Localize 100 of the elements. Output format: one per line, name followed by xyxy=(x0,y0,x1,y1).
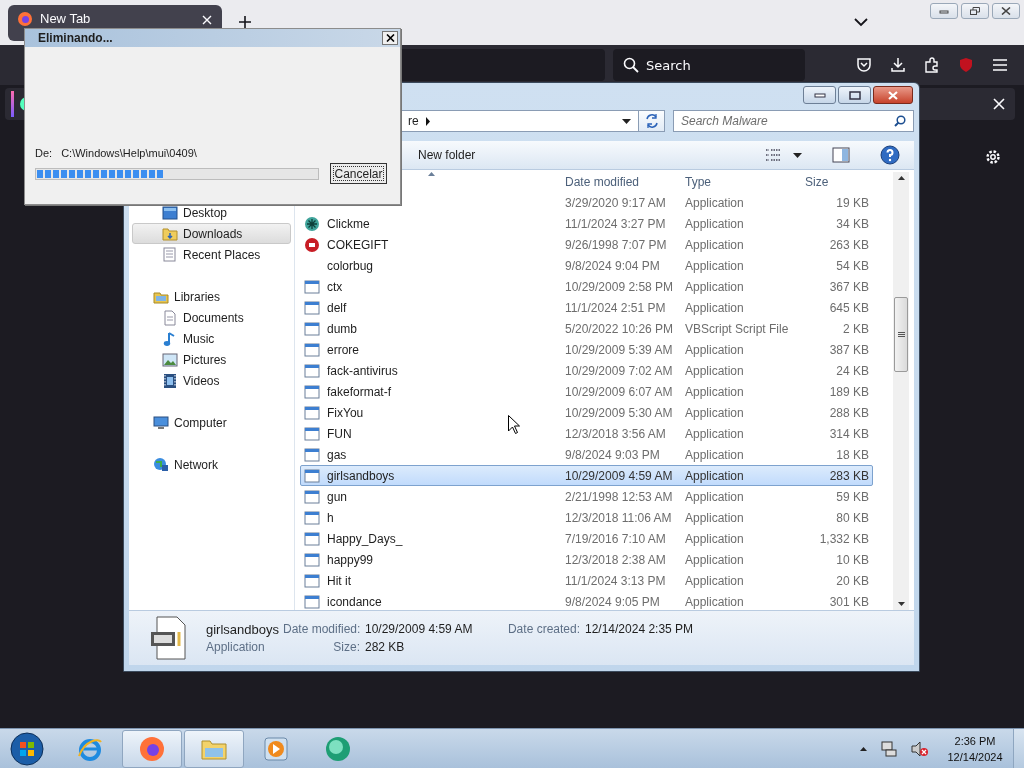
restore-button[interactable] xyxy=(961,3,989,19)
type-cell-text: Application xyxy=(684,510,745,525)
sidebar-item[interactable]: Computer xyxy=(132,412,291,433)
puzzle-icon[interactable] xyxy=(924,57,940,73)
file-row[interactable]: FUN 12/3/2018 3:56 AM Application 314 KB xyxy=(300,423,873,444)
size-cell-text: 283 KB xyxy=(828,468,870,483)
search-field[interactable]: Search Malware xyxy=(673,110,914,132)
menu-icon[interactable] xyxy=(992,58,1008,72)
speaker-muted-icon[interactable] xyxy=(911,740,929,757)
type-cell-text: Application xyxy=(684,573,745,588)
size-cell-text: 10 KB xyxy=(835,552,870,567)
size-cell-text: 367 KB xyxy=(828,279,870,294)
file-row[interactable]: fack-antivirus 10/29/2009 7:02 AM Application 24 KB xyxy=(300,360,873,381)
close-button[interactable] xyxy=(382,31,398,45)
file-name: happy99 xyxy=(327,552,374,567)
clock[interactable]: 2:36 PM 12/14/2024 xyxy=(943,732,1007,765)
new-folder-button[interactable]: New folder xyxy=(418,143,476,167)
sidebar-item[interactable]: Recent Places xyxy=(132,244,291,265)
file-name: girlsandboys xyxy=(206,621,280,637)
file-row[interactable]: FixYou 10/29/2009 5:30 AM Application 288 KB xyxy=(300,402,873,423)
file-row[interactable]: errore 10/29/2009 5:39 AM Application 387 KB xyxy=(300,339,873,360)
cancel-button[interactable]: Cancelar xyxy=(330,163,387,184)
network-icon[interactable] xyxy=(881,740,897,757)
sort-arrow-icon[interactable] xyxy=(427,172,435,176)
mouse-pointer-icon xyxy=(508,415,520,434)
file-row[interactable]: Hit it 11/1/2024 3:13 PM Application 20 KB xyxy=(300,570,873,591)
file-row[interactable]: gas 9/8/2024 9:03 PM Application 18 KB xyxy=(300,444,873,465)
help-icon[interactable] xyxy=(880,145,900,165)
download-icon[interactable] xyxy=(890,57,906,73)
file-row[interactable]: delf 11/1/2024 2:51 PM Application 645 KB xyxy=(300,297,873,318)
scrollbar[interactable] xyxy=(893,172,909,610)
file-row[interactable]: ctx 10/29/2009 2:58 PM Application 367 KB xyxy=(300,276,873,297)
settings-icon[interactable] xyxy=(984,148,1002,166)
address-bar[interactable]: re xyxy=(399,110,639,132)
size-cell-text: 288 KB xyxy=(828,405,870,420)
file-row[interactable]: dumb 5/20/2022 10:26 PM VBScript Script File 2 KB xyxy=(300,318,873,339)
up-arrow-icon[interactable] xyxy=(860,746,867,751)
sidebar-item[interactable]: Desktop xyxy=(132,202,291,223)
taskbar-button[interactable] xyxy=(122,729,182,768)
column-header[interactable]: Date modified xyxy=(561,175,681,189)
dropdown-arrow-icon[interactable] xyxy=(622,118,631,124)
start-orb-icon[interactable] xyxy=(10,731,44,766)
column-header[interactable]: Size xyxy=(801,175,871,189)
file-name: FUN xyxy=(327,426,352,441)
breadcrumb-arrow-icon[interactable] xyxy=(424,116,431,126)
file-row[interactable]: icondance 9/8/2024 9:05 PM Application 301 KB xyxy=(300,591,873,612)
file-row[interactable]: girlsandboys 10/29/2009 4:59 AM Application 283 KB xyxy=(300,465,873,486)
plus-icon[interactable] xyxy=(238,15,252,29)
sidebar-item[interactable]: Pictures xyxy=(132,349,291,370)
close-icon[interactable] xyxy=(993,98,1005,110)
file-row[interactable]: fakeformat-f 10/29/2009 6:07 AM Application 189 KB xyxy=(300,381,873,402)
dropdown-arrow-icon[interactable] xyxy=(793,152,802,158)
date-cell-text: 10/29/2009 7:02 AM xyxy=(564,363,674,378)
refresh-button[interactable] xyxy=(639,110,665,132)
file-row[interactable]: COKEGIFT 9/26/1998 7:07 PM Application 263 KB xyxy=(300,234,873,255)
size-cell-text: 263 KB xyxy=(828,237,870,252)
sidebar-item[interactable]: Libraries xyxy=(132,286,291,307)
close-button[interactable] xyxy=(873,86,913,104)
file-row[interactable]: happy99 12/3/2018 2:38 AM Application 10 KB xyxy=(300,549,873,570)
date-cell-text: 10/29/2009 5:39 AM xyxy=(564,342,674,357)
file-row[interactable]: h 12/3/2018 11:06 AM Application 80 KB xyxy=(300,507,873,528)
file-name: Clickme xyxy=(327,216,370,231)
date-cell-text: 3/29/2020 9:17 AM xyxy=(564,195,667,210)
search-icon xyxy=(894,115,906,127)
file-name: girlsandboys xyxy=(327,468,395,483)
address-text: re xyxy=(408,114,419,128)
date-cell-text: 9/8/2024 9:03 PM xyxy=(564,447,661,462)
maximize-button[interactable] xyxy=(838,86,871,104)
scroll-thumb[interactable] xyxy=(894,297,908,372)
date-cell-text: 9/26/1998 7:07 PM xyxy=(564,237,668,252)
view-list-icon[interactable] xyxy=(765,148,781,162)
close-button[interactable] xyxy=(992,3,1020,19)
sidebar-item[interactable]: Network xyxy=(132,454,291,475)
preview-pane-icon[interactable] xyxy=(832,147,850,163)
search-field[interactable]: Search xyxy=(613,49,805,81)
file-row[interactable]: gun 2/21/1998 12:53 AM Application 59 KB xyxy=(300,486,873,507)
sidebar-item[interactable]: Documents xyxy=(132,307,291,328)
scroll-up-icon[interactable] xyxy=(897,176,905,180)
size-cell-text: 645 KB xyxy=(828,300,870,315)
date-cell-text: 5/20/2022 10:26 PM xyxy=(564,321,675,336)
type-cell-text: VBScript Script File xyxy=(684,321,790,336)
column-header[interactable]: Type xyxy=(681,175,801,189)
file-row[interactable]: colorbug 9/8/2024 9:04 PM Application 54 KB xyxy=(300,255,873,276)
chevron-down-icon[interactable] xyxy=(854,17,868,27)
application-file-icon xyxy=(149,616,189,660)
close-icon[interactable] xyxy=(202,15,212,25)
type-cell-text: Application xyxy=(684,384,745,399)
browser-logo-icon xyxy=(139,735,165,762)
type-cell-text: Application xyxy=(684,279,745,294)
sidebar-item[interactable]: Downloads xyxy=(132,223,291,244)
file-row[interactable]: Happy_Days_ 7/19/2016 7:10 AM Application 1,332 KB xyxy=(300,528,873,549)
file-row[interactable]: Clickme 11/1/2024 3:27 PM Application 34 KB xyxy=(300,213,873,234)
sidebar-item[interactable]: Videos xyxy=(132,370,291,391)
pocket-icon[interactable] xyxy=(856,57,872,73)
scroll-down-icon[interactable] xyxy=(897,602,905,606)
file-name: errore xyxy=(327,342,359,357)
minimize-button[interactable] xyxy=(803,86,836,104)
type-cell-text: Application xyxy=(684,594,745,609)
sidebar-item[interactable]: Music xyxy=(132,328,291,349)
globe-icon xyxy=(153,456,169,473)
